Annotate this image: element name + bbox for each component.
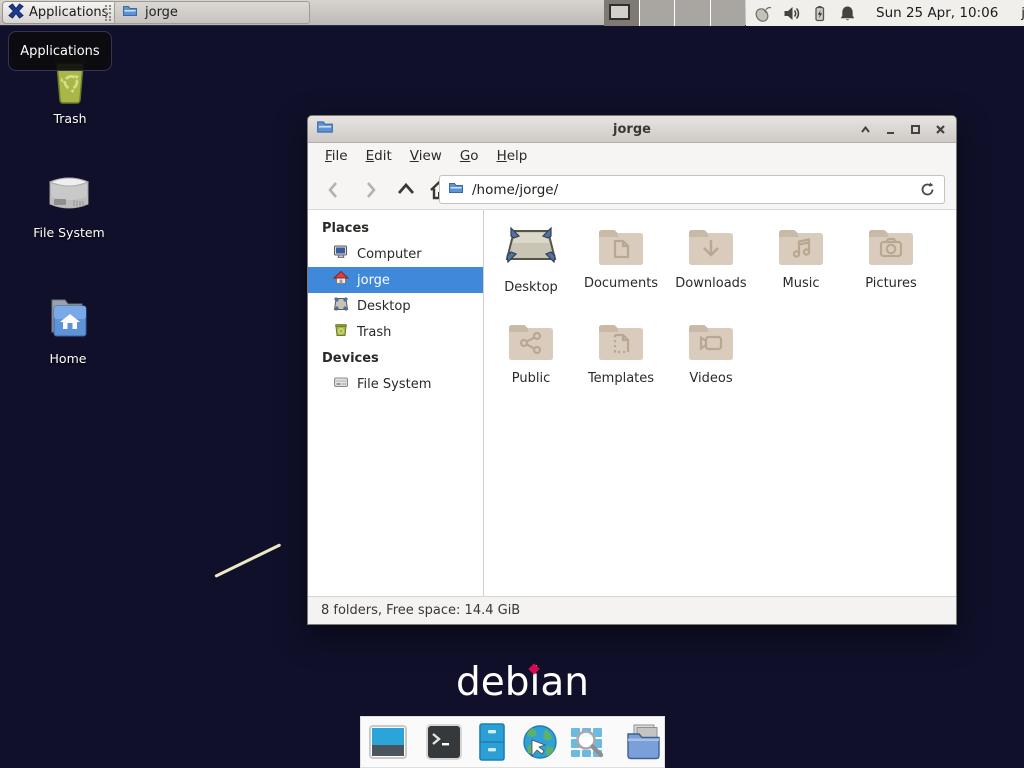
volume-icon[interactable] <box>782 4 801 23</box>
file-videos[interactable]: Videos <box>667 319 755 386</box>
file-templates[interactable]: Templates <box>577 319 665 386</box>
maximize-button[interactable] <box>908 122 923 137</box>
desktop-icon-file-system[interactable]: File System <box>9 170 129 240</box>
folder-music-icon <box>776 253 826 272</box>
folder-pictures-icon <box>866 253 916 272</box>
workspace-4[interactable] <box>710 0 746 26</box>
sidebar-item-desktop[interactable]: Desktop <box>308 293 483 319</box>
menu-help[interactable]: Help <box>488 145 537 167</box>
file-downloads[interactable]: Downloads <box>667 224 755 291</box>
menubar: File Edit View Go Help <box>308 143 956 169</box>
desktop-icon <box>502 257 560 276</box>
file-icon-view[interactable]: Desktop Documents <box>484 210 956 596</box>
applications-tooltip: Applications <box>8 31 112 71</box>
taskbar-window-label: jorge <box>145 5 178 20</box>
up-button[interactable] <box>392 177 420 202</box>
tooltip-text: Applications <box>20 44 99 59</box>
sidebar-item-trash[interactable]: Trash <box>308 319 483 345</box>
folder-templates-icon <box>596 348 646 367</box>
panel-clock[interactable]: Sun 25 Apr, 10:06 <box>876 5 998 21</box>
file-pictures[interactable]: Pictures <box>847 224 935 291</box>
file-public[interactable]: Public <box>487 319 575 386</box>
minimize-button[interactable] <box>883 122 898 137</box>
folder-videos-icon <box>686 348 736 367</box>
terminal-icon[interactable] <box>424 722 464 762</box>
show-desktop-icon[interactable] <box>368 722 408 762</box>
sidebar-item-jorge[interactable]: jorge <box>308 267 483 293</box>
file-desktop[interactable]: Desktop <box>487 224 575 295</box>
mouse-icon[interactable] <box>754 4 773 23</box>
desktop-icon-label: Trash <box>10 111 130 126</box>
folder-downloads-icon <box>686 253 736 272</box>
trash-icon <box>333 322 349 342</box>
sidebar: Places Computer <box>308 210 484 596</box>
menu-view[interactable]: View <box>401 145 451 167</box>
toolbar: /home/jorge/ <box>308 169 956 210</box>
folder-public-icon <box>506 348 556 367</box>
file-manager-window: jorge File Edit View Go Help <box>307 115 957 625</box>
back-button[interactable] <box>320 177 348 202</box>
app-finder-icon[interactable] <box>568 722 608 762</box>
status-bar: 8 folders, Free space: 14.4 GiB <box>308 596 956 624</box>
applications-menu-icon <box>8 3 24 23</box>
top-panel: Applications jorge <box>0 0 1024 26</box>
menu-file[interactable]: File <box>316 145 357 167</box>
harddrive-icon <box>44 170 94 222</box>
battery-icon[interactable] <box>810 4 829 23</box>
file-cabinet-icon[interactable] <box>472 722 512 762</box>
web-browser-icon[interactable] <box>520 722 560 762</box>
wallpaper-swoosh-line <box>214 543 281 578</box>
taskbar-window-button[interactable]: jorge <box>114 1 310 24</box>
harddrive-icon <box>333 374 349 394</box>
desktop-icon <box>333 296 349 316</box>
bottom-dock <box>360 716 665 768</box>
window-titlebar[interactable]: jorge <box>308 116 956 143</box>
applications-menu-label: Applications <box>29 5 108 20</box>
menu-edit[interactable]: Edit <box>357 145 401 167</box>
folder-icon <box>448 180 464 200</box>
computer-icon <box>333 244 349 264</box>
desktop-icon-label: Home <box>8 351 128 366</box>
desktop-icon-label: File System <box>9 225 129 240</box>
workspace-window-thumbnail <box>609 4 630 20</box>
applications-menu-button[interactable]: Applications <box>2 1 118 24</box>
file-music[interactable]: Music <box>757 224 845 291</box>
folder-documents-icon <box>596 253 646 272</box>
debian-wordmark: debian <box>456 660 589 705</box>
notifications-bell-icon[interactable] <box>838 4 857 23</box>
panel-status-area: Sun 25 Apr, 10:06 jorge <box>746 0 1024 26</box>
workspace-switcher[interactable] <box>604 0 745 26</box>
desktop-icon-home[interactable]: Home <box>8 292 128 366</box>
shade-button[interactable] <box>858 122 873 137</box>
panel-separator-grip[interactable] <box>105 5 111 21</box>
workspace-2[interactable] <box>639 0 675 26</box>
workspace-3[interactable] <box>674 0 710 26</box>
close-button[interactable] <box>933 122 948 137</box>
path-bar[interactable]: /home/jorge/ <box>439 175 945 204</box>
sidebar-item-file-system[interactable]: File System <box>308 371 483 397</box>
file-manager-icon[interactable] <box>624 722 664 762</box>
file-documents[interactable]: Documents <box>577 224 665 291</box>
reload-icon[interactable] <box>919 181 936 198</box>
folder-icon <box>122 3 138 23</box>
sidebar-item-computer[interactable]: Computer <box>308 241 483 267</box>
status-text: 8 folders, Free space: 14.4 GiB <box>321 603 520 618</box>
forward-button[interactable] <box>356 177 384 202</box>
sidebar-header-devices: Devices <box>308 345 483 371</box>
path-text: /home/jorge/ <box>472 182 558 198</box>
sidebar-header-places: Places <box>308 215 483 241</box>
menu-go[interactable]: Go <box>451 145 488 167</box>
home-folder-icon <box>42 292 94 348</box>
workspace-1[interactable] <box>604 0 639 26</box>
home-icon <box>333 270 349 290</box>
